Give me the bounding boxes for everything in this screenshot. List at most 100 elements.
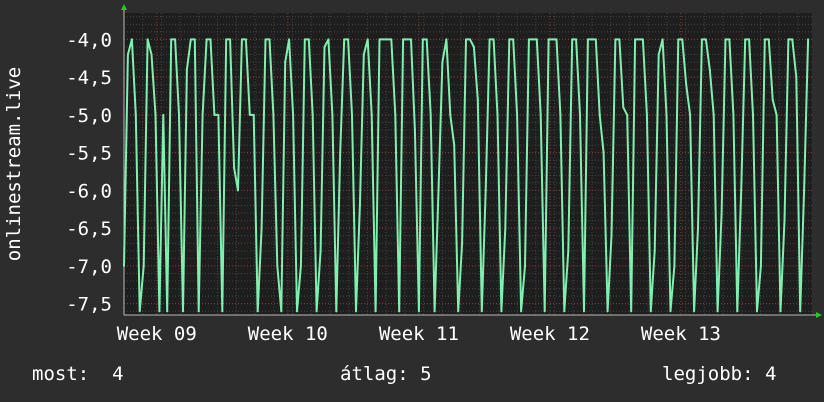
data-point: [166, 310, 169, 313]
data-point: [602, 151, 605, 154]
data-point: [748, 38, 751, 41]
data-point: [421, 38, 424, 41]
data-point: [390, 38, 393, 41]
data-point: [563, 310, 566, 313]
data-point: [598, 113, 601, 116]
data-point: [362, 53, 365, 56]
data-point: [225, 38, 228, 41]
data-point: [441, 61, 444, 64]
data-point: [508, 38, 511, 41]
data-point: [696, 227, 699, 230]
data-point: [740, 189, 743, 192]
data-point: [221, 310, 224, 313]
data-point: [413, 129, 416, 132]
data-point: [649, 310, 652, 313]
y-axis-title: onlinestream.live: [3, 67, 25, 261]
legend-current: most: 4: [32, 363, 124, 385]
data-point: [579, 113, 582, 116]
y-tick-label: -5,0: [66, 105, 112, 127]
data-point: [268, 38, 271, 41]
data-point: [134, 113, 137, 116]
data-point: [614, 38, 617, 41]
data-point: [472, 45, 475, 48]
data-point: [791, 38, 794, 41]
data-point: [398, 310, 401, 313]
data-point: [205, 38, 208, 41]
data-point: [488, 38, 491, 41]
data-point: [586, 38, 589, 41]
data-point: [787, 38, 790, 41]
data-point: [543, 310, 546, 313]
data-point: [244, 38, 247, 41]
x-tick-label: Week 09: [117, 323, 197, 345]
data-point: [520, 310, 523, 313]
data-point: [272, 113, 275, 116]
data-point: [178, 113, 181, 116]
data-point: [673, 264, 676, 267]
data-point: [327, 38, 330, 41]
data-point: [795, 76, 798, 79]
data-point: [339, 151, 342, 154]
data-point: [158, 310, 161, 313]
data-point: [130, 38, 133, 41]
data-point: [248, 113, 251, 116]
data-point: [461, 242, 464, 245]
data-point: [657, 53, 660, 56]
data-point: [292, 113, 295, 116]
data-point: [677, 38, 680, 41]
data-point: [571, 38, 574, 41]
data-point: [382, 38, 385, 41]
data-point: [335, 310, 338, 313]
data-point: [665, 113, 668, 116]
data-point: [634, 38, 637, 41]
data-point: [524, 264, 527, 267]
data-point: [681, 38, 684, 41]
data-point: [618, 38, 621, 41]
data-point: [807, 38, 810, 41]
data-point: [752, 113, 755, 116]
legend-average: átlag: 5: [340, 363, 432, 385]
data-point: [409, 38, 412, 41]
data-point: [744, 38, 747, 41]
data-point: [610, 234, 613, 237]
data-point: [626, 113, 629, 116]
data-point: [783, 219, 786, 222]
data-point: [547, 38, 550, 41]
data-point: [512, 38, 515, 41]
data-point: [465, 38, 468, 41]
data-point: [331, 113, 334, 116]
data-point: [260, 227, 263, 230]
data-point: [162, 113, 165, 116]
data-point: [732, 113, 735, 116]
data-point: [417, 310, 420, 313]
y-tick-label: -4,5: [66, 67, 112, 89]
data-point: [276, 264, 279, 267]
data-point: [449, 113, 452, 116]
data-point: [492, 38, 495, 41]
chart: -4,0 -4,5 -5,0 -5,5 -6,0 -6,5 -7,0 -7,5Week 09 W…: [0, 0, 824, 402]
data-point: [319, 249, 322, 252]
data-point: [708, 68, 711, 71]
data-point: [645, 113, 648, 116]
data-point: [174, 38, 177, 41]
data-point: [700, 38, 703, 41]
data-point: [641, 38, 644, 41]
data-point: [209, 38, 212, 41]
data-point: [197, 310, 200, 313]
data-point: [622, 106, 625, 109]
data-point: [170, 38, 173, 41]
data-point: [590, 38, 593, 41]
data-point: [358, 204, 361, 207]
data-point: [555, 38, 558, 41]
data-point: [295, 310, 298, 313]
x-tick-label: Week 12: [510, 323, 590, 345]
y-tick-label: -6,0: [66, 180, 112, 202]
data-point: [606, 310, 609, 313]
data-point: [445, 38, 448, 41]
data-point: [669, 310, 672, 313]
data-point: [653, 249, 656, 252]
data-point: [763, 38, 766, 41]
data-point: [457, 310, 460, 313]
data-point: [567, 249, 570, 252]
data-point: [693, 310, 696, 313]
